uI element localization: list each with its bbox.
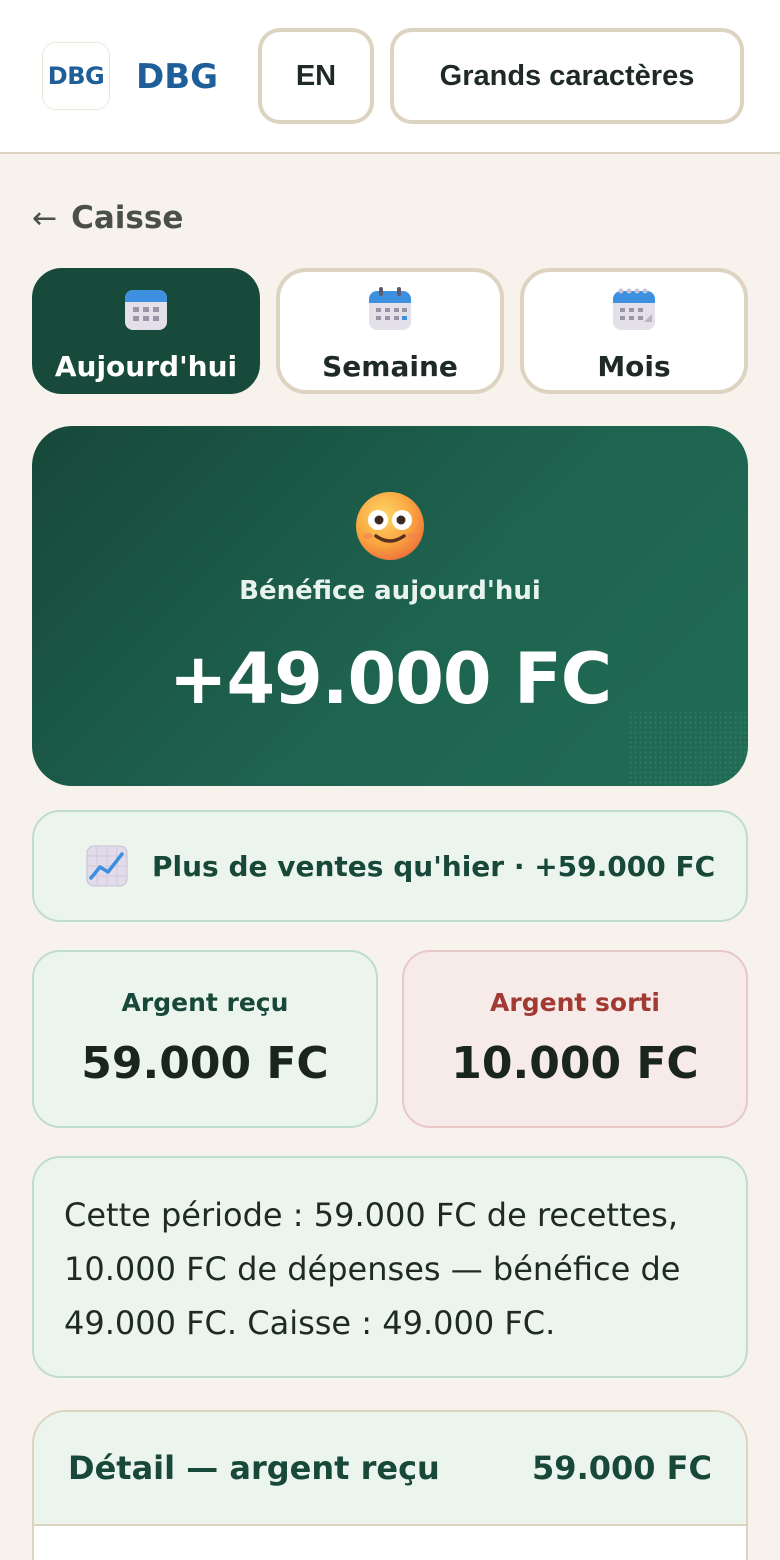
profit-value: +49.000 FC (168, 638, 612, 720)
received-detail-section: Détail — argent reçu 59.000 FC (32, 1410, 748, 1560)
smiling-face-icon (356, 492, 424, 560)
period-summary: Cette période : 59.000 FC de recettes, 1… (32, 1156, 748, 1378)
profit-label: Bénéfice aujourd'hui (239, 576, 541, 606)
money-received-value: 59.000 FC (81, 1038, 329, 1089)
calendar-icon (369, 287, 411, 330)
large-text-button[interactable]: Grands caractères (390, 28, 744, 124)
tab-month-label: Mois (597, 350, 671, 383)
chart-increasing-icon (86, 845, 128, 887)
money-spent-card: Argent sorti 10.000 FC (402, 950, 748, 1128)
back-arrow-icon: ← (32, 200, 58, 236)
app-logo[interactable]: DBG (42, 42, 110, 110)
received-detail-total: 59.000 FC (532, 1449, 712, 1487)
calendar-icon (125, 290, 167, 330)
received-detail-header[interactable]: Détail — argent reçu 59.000 FC (34, 1412, 746, 1526)
money-spent-value: 10.000 FC (451, 1038, 699, 1089)
tab-today[interactable]: Aujourd'hui (32, 268, 260, 394)
back-label: Caisse (71, 200, 184, 236)
profit-card: Bénéfice aujourd'hui +49.000 FC (32, 426, 748, 786)
language-toggle-button[interactable]: EN (258, 28, 374, 124)
sales-trend-text: Plus de ventes qu'hier · +59.000 FC (152, 849, 716, 883)
tab-week[interactable]: Semaine (276, 268, 504, 394)
money-received-label: Argent reçu (121, 988, 289, 1017)
money-received-card: Argent reçu 59.000 FC (32, 950, 378, 1128)
card-pattern (628, 710, 748, 786)
tab-today-label: Aujourd'hui (54, 350, 238, 383)
back-link[interactable]: ← Caisse (32, 194, 183, 242)
calendar-icon (613, 288, 655, 330)
received-detail-title: Détail — argent reçu (68, 1449, 440, 1487)
money-spent-label: Argent sorti (490, 988, 660, 1017)
tab-month[interactable]: Mois (520, 268, 748, 394)
tab-week-label: Semaine (322, 350, 458, 383)
app-header: DBG DBG EN Grands caractères (0, 0, 780, 154)
logo-text: DBG (47, 62, 105, 90)
sales-trend-banner: Plus de ventes qu'hier · +59.000 FC (32, 810, 748, 922)
brand-name: DBG (136, 57, 219, 97)
